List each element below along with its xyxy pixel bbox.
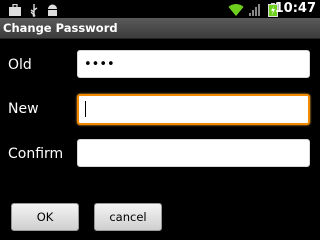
ok-button[interactable]: OK	[11, 203, 79, 231]
status-time: 10:47	[274, 1, 316, 16]
old-password-label: Old	[8, 57, 32, 73]
new-password-field[interactable]	[77, 94, 310, 125]
old-password-value: ••••	[84, 57, 115, 72]
status-bar: 10:47	[0, 0, 320, 18]
text-caret	[85, 101, 86, 117]
confirm-password-field[interactable]	[77, 139, 310, 167]
cancel-button[interactable]: cancel	[94, 203, 162, 231]
dialog-title: Change Password	[3, 21, 118, 35]
dialog-title-bar: Change Password	[0, 18, 320, 39]
confirm-password-label: Confirm	[8, 146, 64, 162]
new-password-label: New	[8, 101, 39, 117]
old-password-field[interactable]: ••••	[77, 50, 310, 78]
